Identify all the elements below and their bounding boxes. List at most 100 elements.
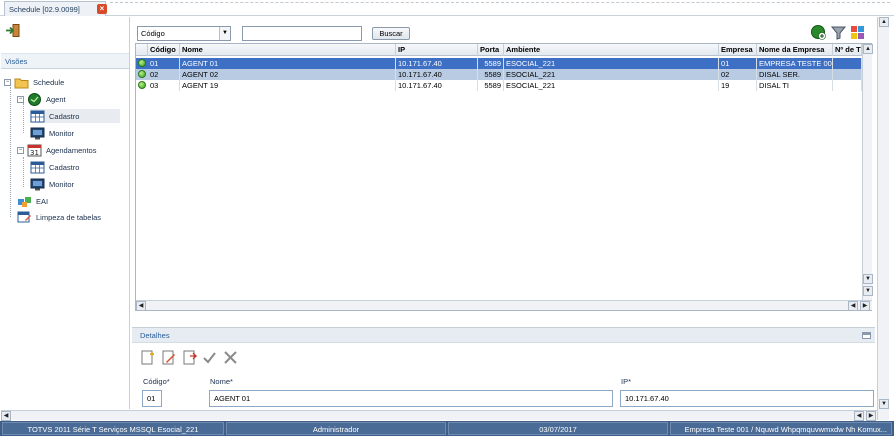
- scroll-down-icon[interactable]: ▼: [863, 286, 873, 296]
- table-vertical-scrollbar[interactable]: ▲ ▼ ▼: [862, 44, 873, 300]
- cell-n-t: [833, 69, 862, 80]
- cell-codigo: 01: [148, 58, 180, 69]
- layout-grid-icon[interactable]: [850, 25, 865, 40]
- filter-select-value: Código: [141, 29, 165, 38]
- scroll-left-icon[interactable]: ◀: [848, 301, 858, 311]
- edit-icon[interactable]: [161, 350, 176, 365]
- table-row[interactable]: 03 AGENT 19 10.171.67.40 5589 ESOCIAL_22…: [136, 80, 862, 91]
- page-horizontal-scrollbar[interactable]: ◀ ◀ ▶: [1, 410, 877, 421]
- filter-select[interactable]: Código ▼: [137, 26, 231, 41]
- scroll-up-icon[interactable]: ▲: [879, 17, 889, 27]
- table-row[interactable]: 01 AGENT 01 10.171.67.40 5589 ESOCIAL_22…: [136, 58, 862, 69]
- tree-item-agendamentos-monitor[interactable]: Monitor: [30, 177, 74, 191]
- column-header-empresa[interactable]: Empresa: [719, 44, 757, 56]
- app-window: Schedule [02.9.0099] × Visões − Schedule…: [0, 0, 894, 436]
- cell-ip: 10.171.67.40: [396, 69, 478, 80]
- collapse-icon[interactable]: −: [17, 146, 24, 154]
- monitor-icon: [30, 127, 45, 139]
- cell-porta: 5589: [478, 69, 504, 80]
- tree-label: EAI: [36, 196, 49, 206]
- status-date: 03/07/2017: [448, 422, 668, 435]
- cell-ambiente: ESOCIAL_221: [504, 80, 719, 91]
- cancel-icon[interactable]: [223, 350, 238, 365]
- tree-label: Agendamentos: [46, 145, 97, 155]
- cell-n-t: [833, 80, 862, 91]
- confirm-icon[interactable]: [202, 350, 217, 365]
- tree-item-agent-cadastro[interactable]: Cadastro: [30, 109, 120, 123]
- eraser-table-icon: [17, 211, 31, 222]
- add-record-icon[interactable]: [811, 25, 826, 40]
- search-input[interactable]: [242, 26, 362, 41]
- tree-item-limpeza[interactable]: Limpeza de tabelas: [17, 210, 101, 224]
- details-title: Detalhes: [140, 331, 170, 340]
- column-header-nome[interactable]: Nome: [180, 44, 396, 56]
- exit-icon[interactable]: [5, 24, 20, 37]
- chevron-down-icon[interactable]: ▼: [219, 27, 230, 40]
- column-header-codigo[interactable]: Código: [148, 44, 180, 56]
- scroll-up-icon[interactable]: ▲: [863, 44, 873, 54]
- views-header: Visões: [1, 53, 129, 69]
- status-ok-icon: [138, 81, 146, 89]
- scroll-left-icon[interactable]: ◀: [854, 411, 864, 421]
- column-header-nome-empresa[interactable]: Nome da Empresa: [757, 44, 833, 56]
- filter-icon[interactable]: [831, 25, 846, 40]
- collapse-icon[interactable]: −: [17, 95, 24, 103]
- scroll-left-icon[interactable]: ◀: [136, 301, 146, 311]
- column-header-n-t[interactable]: Nº de T: [833, 44, 862, 56]
- nome-field[interactable]: AGENT 01: [209, 390, 613, 407]
- tree-label: Agent: [46, 94, 66, 104]
- cell-ambiente: ESOCIAL_221: [504, 69, 719, 80]
- tree-item-agent-monitor[interactable]: Monitor: [30, 126, 74, 140]
- folder-icon: [14, 78, 29, 88]
- table-horizontal-scrollbar[interactable]: ◀ ◀ ▶: [136, 300, 872, 311]
- cell-nome-empresa: DISAL SER.: [757, 69, 833, 80]
- column-header-porta[interactable]: Porta: [478, 44, 504, 56]
- agents-table: Código Nome IP Porta Ambiente Empresa No…: [135, 43, 873, 311]
- codigo-field[interactable]: 01: [142, 390, 162, 407]
- table-header: Código Nome IP Porta Ambiente Empresa No…: [136, 44, 862, 56]
- search-button[interactable]: Buscar: [372, 27, 410, 40]
- cell-n-t: [833, 58, 862, 69]
- status-system: TOTVS 2011 Série T Serviços MSSQL Esocia…: [2, 422, 224, 435]
- cell-empresa: 02: [719, 69, 757, 80]
- tab-title: Schedule [02.9.0099]: [9, 4, 80, 14]
- page-vertical-scrollbar[interactable]: ▲ ▼: [877, 17, 889, 420]
- scroll-right-icon[interactable]: ▶: [866, 411, 876, 421]
- cell-empresa: 01: [719, 58, 757, 69]
- tree-item-agendamentos-cadastro[interactable]: Cadastro: [30, 160, 79, 174]
- tree-item-agendamentos[interactable]: − 31 Agendamentos: [17, 143, 96, 157]
- tree-item-schedule[interactable]: − Schedule: [4, 75, 64, 89]
- scroll-down-icon[interactable]: ▼: [879, 399, 889, 409]
- tree-line: [10, 87, 11, 217]
- tree-item-agent[interactable]: − Agent: [17, 92, 66, 106]
- tree-label: Cadastro: [49, 111, 80, 121]
- ip-field[interactable]: 10.171.67.40: [620, 390, 874, 407]
- table-icon: [30, 110, 45, 122]
- collapse-icon[interactable]: −: [4, 78, 11, 86]
- tree-line: [23, 157, 24, 187]
- scroll-left-icon[interactable]: ◀: [1, 411, 11, 421]
- scroll-down-icon[interactable]: ▼: [863, 274, 873, 284]
- scroll-right-icon[interactable]: ▶: [860, 301, 870, 311]
- cell-ambiente: ESOCIAL_221: [504, 58, 719, 69]
- views-panel: Visões − Schedule − Agent Cadastro Monit…: [1, 17, 130, 409]
- cell-porta: 5589: [478, 58, 504, 69]
- nome-label: Nome*: [210, 377, 233, 386]
- cell-nome-empresa: DISAL TI: [757, 80, 833, 91]
- column-header-ip[interactable]: IP: [396, 44, 478, 56]
- codigo-label: Código*: [143, 377, 170, 386]
- details-header: Detalhes: [132, 327, 875, 343]
- delete-record-icon[interactable]: [182, 350, 197, 365]
- tree-item-eai[interactable]: EAI: [17, 194, 48, 208]
- close-icon[interactable]: ×: [97, 4, 107, 14]
- tab-schedule[interactable]: Schedule [02.9.0099] ×: [4, 1, 107, 16]
- agent-icon: [28, 92, 41, 106]
- tab-strip: Schedule [02.9.0099] ×: [0, 0, 894, 16]
- cell-empresa: 19: [719, 80, 757, 91]
- new-record-icon[interactable]: [140, 350, 155, 365]
- table-row[interactable]: 02 AGENT 02 10.171.67.40 5589 ESOCIAL_22…: [136, 69, 862, 80]
- tree-line: [23, 103, 24, 133]
- collapse-panel-icon[interactable]: [862, 332, 871, 339]
- column-header-ambiente[interactable]: Ambiente: [504, 44, 719, 56]
- tree-label: Schedule: [33, 77, 65, 87]
